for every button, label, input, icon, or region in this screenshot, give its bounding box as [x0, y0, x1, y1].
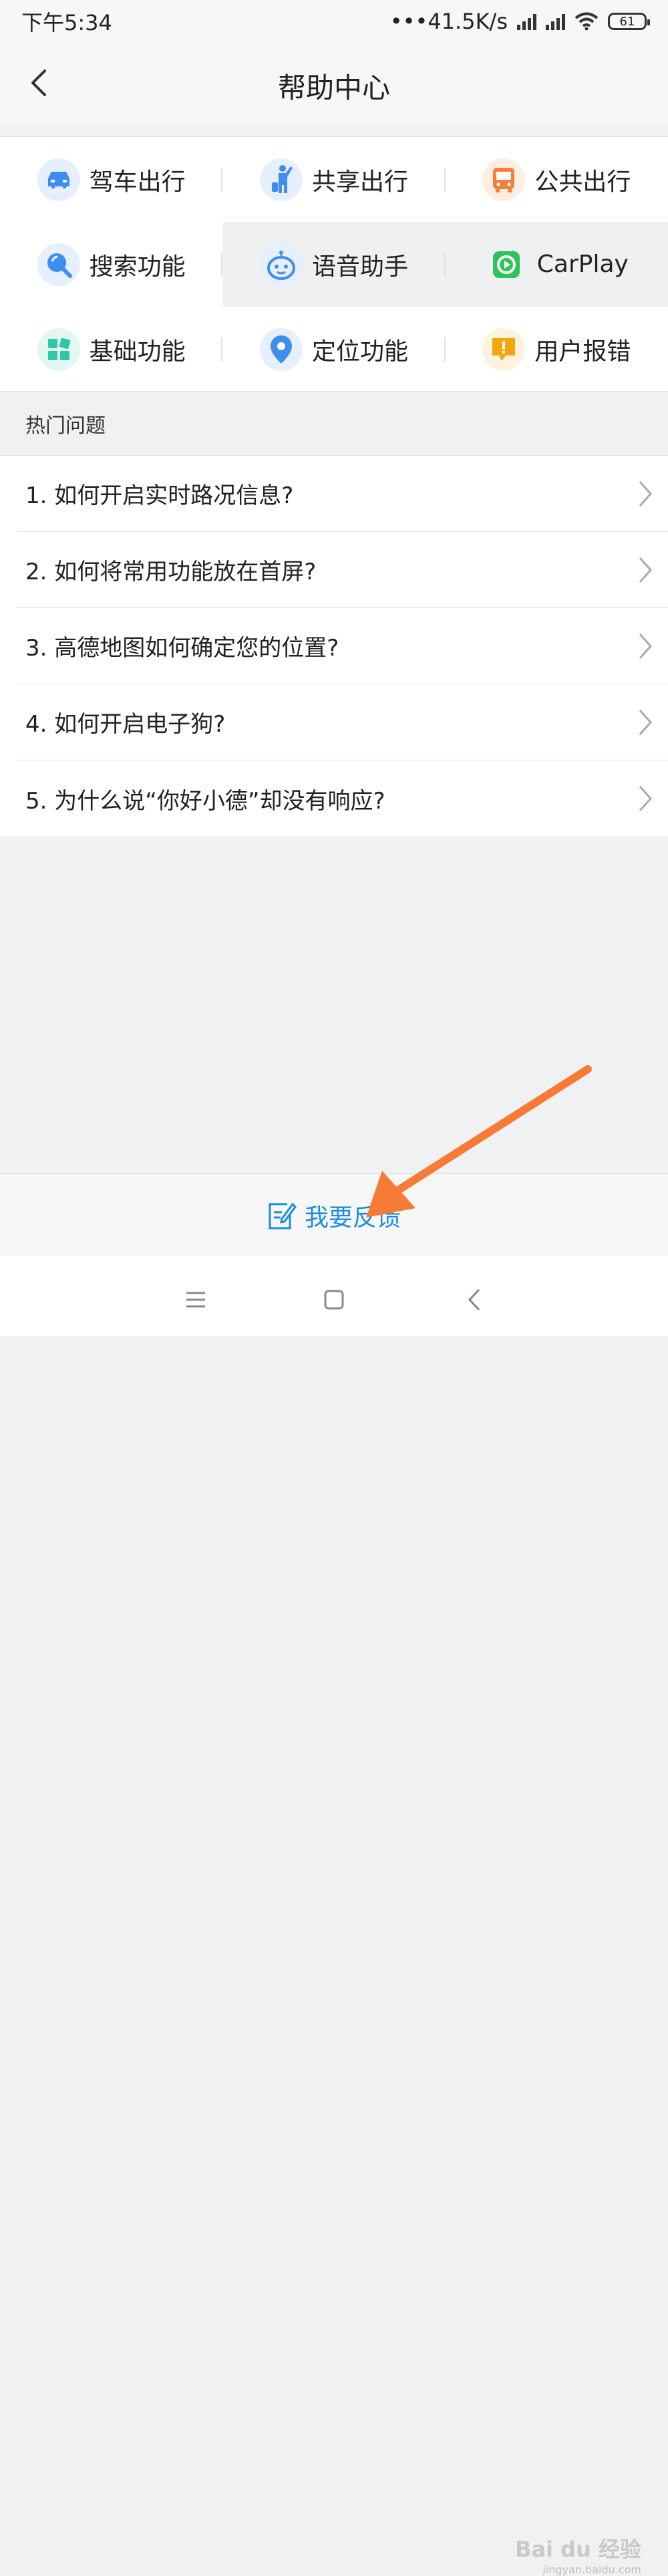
- category-label: 公共出行: [534, 168, 631, 196]
- category-basic[interactable]: 基础功能: [0, 307, 223, 392]
- category-label: 用户报错: [534, 337, 631, 366]
- bus-icon: [482, 158, 526, 201]
- search-icon: [37, 243, 80, 286]
- home-square-icon: [324, 1290, 344, 1310]
- category-search[interactable]: 搜索功能: [0, 222, 223, 307]
- category-voice-assistant[interactable]: 语音助手: [222, 222, 446, 307]
- status-indicators: •••41.5K/s 61: [389, 9, 650, 34]
- person-luggage-icon: [259, 158, 303, 201]
- faq-list: 1. 如何开启实时路况信息? 2. 如何将常用功能放在首屏? 3. 高德地图如何…: [0, 455, 668, 837]
- category-label: 定位功能: [311, 337, 408, 366]
- faq-text: 5. 为什么说“你好小德”却没有响应?: [25, 787, 385, 815]
- faq-item[interactable]: 1. 如何开启实时路况信息?: [17, 456, 668, 532]
- faq-item[interactable]: 3. 高德地图如何确定您的位置?: [17, 608, 668, 684]
- category-label: 共享出行: [311, 168, 408, 196]
- watermark-sub: jingyan.baidu.com: [542, 2563, 641, 2576]
- feedback-button[interactable]: 我要反馈: [0, 1173, 668, 1257]
- edit-note-icon: [269, 1202, 297, 1230]
- category-user-report[interactable]: 用户报错: [446, 307, 668, 392]
- watermark: Bai du 经验 jingyan.baidu.com: [515, 2533, 641, 2576]
- alert-bubble-icon: [482, 327, 526, 371]
- status-time: 下午5:34: [21, 10, 112, 35]
- category-public-transit[interactable]: 公共出行: [446, 137, 668, 222]
- chevron-right-icon: [639, 633, 653, 659]
- robot-icon: [259, 243, 303, 286]
- category-row-1: 驾车出行 共享出行 公共出行: [0, 137, 668, 222]
- faq-item[interactable]: 2. 如何将常用功能放在首屏?: [17, 532, 668, 608]
- category-label: CarPlay: [536, 251, 629, 278]
- faq-text: 4. 如何开启电子狗?: [25, 711, 226, 738]
- category-carplay[interactable]: CarPlay: [446, 222, 668, 307]
- faq-item[interactable]: 4. 如何开启电子狗?: [17, 684, 668, 760]
- chevron-right-icon: [639, 480, 653, 507]
- menu-icon: [186, 1292, 205, 1308]
- signal-icon: [517, 13, 536, 30]
- category-driving[interactable]: 驾车出行: [0, 137, 223, 222]
- faq-text: 2. 如何将常用功能放在首屏?: [25, 559, 317, 585]
- category-label: 基础功能: [89, 337, 186, 366]
- category-row-3: 基础功能 定位功能 用户报错: [0, 307, 668, 392]
- car-icon: [37, 158, 80, 201]
- category-grid: 驾车出行 共享出行 公共出行 搜索功能 语音助手 CarPlay 基础功能 定位…: [0, 136, 668, 392]
- category-location[interactable]: 定位功能: [222, 307, 446, 392]
- location-pin-icon: [259, 327, 303, 371]
- faq-item[interactable]: 5. 为什么说“你好小德”却没有响应?: [17, 760, 668, 837]
- feedback-label: 我要反馈: [304, 1204, 401, 1232]
- back-triangle-icon: [468, 1288, 480, 1311]
- chevron-right-icon: [639, 709, 653, 735]
- wifi-icon: [574, 12, 599, 31]
- home-button[interactable]: [317, 1283, 351, 1316]
- faq-text: 1. 如何开启实时路况信息?: [25, 482, 294, 509]
- chevron-right-icon: [639, 557, 653, 583]
- category-row-2: 搜索功能 语音助手 CarPlay: [0, 222, 668, 307]
- system-back-button[interactable]: [458, 1283, 491, 1316]
- category-label: 语音助手: [311, 253, 408, 281]
- carplay-icon: [485, 243, 528, 286]
- system-nav-bar: Bai du 经验 jingyan.baidu.com: [0, 1256, 668, 2576]
- faq-text: 3. 高德地图如何确定您的位置?: [25, 635, 339, 662]
- category-label: 搜索功能: [89, 253, 186, 281]
- status-bar: 下午5:34 •••41.5K/s 61: [0, 0, 668, 43]
- menu-button[interactable]: [179, 1283, 212, 1316]
- hot-questions-header: 热门问题: [25, 414, 106, 438]
- category-label: 驾车出行: [89, 168, 186, 196]
- page-title: 帮助中心: [277, 71, 390, 104]
- signal-icon-2: [546, 13, 565, 30]
- battery-icon: 61: [608, 13, 650, 30]
- category-sharing[interactable]: 共享出行: [222, 137, 446, 222]
- watermark-text: Bai du 经验: [515, 2537, 641, 2562]
- network-speed: •••41.5K/s: [389, 9, 508, 34]
- blocks-icon: [37, 327, 80, 371]
- title-bar: 帮助中心: [0, 43, 668, 124]
- chevron-right-icon: [639, 786, 653, 811]
